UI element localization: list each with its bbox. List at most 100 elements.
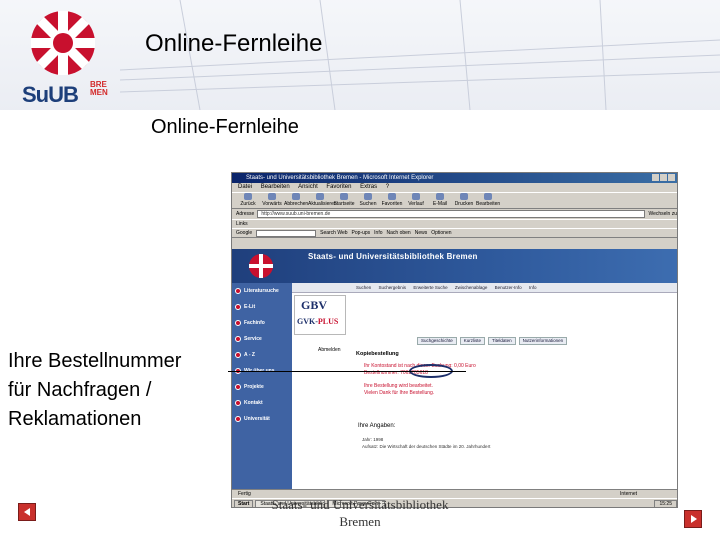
nav-fachinfo[interactable]: Fachinfo: [232, 315, 292, 331]
nav-service[interactable]: Service: [232, 331, 292, 347]
print-button[interactable]: Drucken: [452, 193, 476, 208]
logout-link[interactable]: Abmelden: [318, 347, 341, 353]
nav-projekte[interactable]: Projekte: [232, 379, 292, 395]
google-news[interactable]: News: [415, 230, 428, 236]
menu-extras[interactable]: Extras: [360, 184, 377, 190]
nav-label: Kontakt: [244, 400, 263, 406]
footer-line-1: Staats- und Universitätsbibliothek: [271, 497, 449, 512]
taskbar-clock: 15:25: [654, 499, 677, 507]
nav-a-z[interactable]: A - Z: [232, 347, 292, 363]
home-button[interactable]: Startseite: [332, 193, 356, 208]
nav-label: Projekte: [244, 384, 264, 390]
menu-datei[interactable]: Datei: [238, 184, 252, 190]
window-title: Staats- und Universitätsbibliothek Breme…: [246, 175, 434, 181]
google-options[interactable]: Optionen: [431, 230, 451, 236]
google-search-input[interactable]: [256, 229, 317, 237]
gbv-plus: PLUS: [317, 317, 339, 326]
nav-literatursuche[interactable]: Literatursuche: [232, 283, 292, 299]
bullet-icon: [235, 304, 241, 310]
site-banner: Staats- und Universitätsbibliothek Breme…: [232, 249, 677, 283]
window-controls: [652, 174, 675, 181]
menu-favoriten[interactable]: Favoriten: [326, 184, 351, 190]
google-search-web[interactable]: Search Web: [320, 230, 347, 236]
browser-screenshot: Staats- und Universitätsbibliothek Breme…: [231, 172, 678, 508]
maximize-icon[interactable]: [660, 174, 667, 181]
links-bar[interactable]: Links: [232, 219, 677, 228]
link-suchergebnis[interactable]: Suchergebnis: [379, 285, 407, 290]
link-benutzer-info[interactable]: Benutzer-Info: [495, 285, 522, 290]
bullet-icon: [235, 288, 241, 294]
details-row-year: Jahr: 1998: [362, 437, 384, 442]
link-suchen[interactable]: Suchen: [356, 285, 371, 290]
google-info[interactable]: Info: [374, 230, 382, 236]
search-button[interactable]: Suchen: [356, 193, 380, 208]
nav-label: Fachinfo: [244, 320, 265, 326]
next-slide-button[interactable]: [684, 510, 702, 528]
site-top-links: Suchen Suchergebnis Erweiterte Suche Zwi…: [292, 283, 677, 293]
mail-button[interactable]: E-Mail: [428, 193, 452, 208]
gbv-logo: GBV GVK-PLUS: [294, 295, 346, 335]
address-label: Adresse: [236, 211, 255, 217]
menu-help[interactable]: ?: [386, 184, 389, 190]
start-button[interactable]: Start: [234, 499, 254, 507]
bullet-icon: [235, 416, 241, 422]
logo-men: MEN: [90, 88, 108, 97]
menu-bar: Datei Bearbeiten Ansicht Favoriten Extra…: [232, 183, 677, 192]
minimize-icon[interactable]: [652, 174, 659, 181]
google-popups[interactable]: Pop-ups: [352, 230, 371, 236]
bullet-icon: [235, 320, 241, 326]
refresh-button[interactable]: Aktualisieren: [308, 193, 337, 208]
nav-label: E-Lit: [244, 304, 256, 310]
suub-key-emblem-icon: [31, 11, 95, 75]
back-button[interactable]: Zurück: [236, 193, 260, 208]
nav-label: A - Z: [244, 352, 255, 358]
gbv-gvk: GVK-: [297, 317, 318, 326]
status-zone: Internet: [620, 491, 637, 497]
link-erweiterte-suche[interactable]: Erweiterte Suche: [413, 285, 447, 290]
link-zwischenablage[interactable]: Zwischenablage: [455, 285, 488, 290]
tab-nutzerinformationen[interactable]: Nutzerinformationen: [518, 337, 568, 345]
favorites-button[interactable]: Favoriten: [380, 193, 404, 208]
details-row-article: Aufsatz: Die Wirtschaft der deutschen St…: [362, 444, 491, 449]
slide-footer: Staats- und Universitätsbibliothek Breme…: [255, 496, 465, 530]
address-bar: Adresse http://www.suub.uni-bremen.de We…: [232, 209, 677, 219]
site-banner-title: Staats- und Universitätsbibliothek Breme…: [308, 252, 478, 261]
tab-titeldaten[interactable]: Titeldaten: [488, 337, 516, 345]
menu-ansicht[interactable]: Ansicht: [298, 184, 318, 190]
thanks-message: Vielen Dank für Ihre Bestellung.: [364, 390, 435, 396]
nav-universitaet[interactable]: Universität: [232, 411, 292, 427]
site-tabs: Suchgeschichte Kurzliste Titeldaten Nutz…: [417, 337, 568, 345]
google-up[interactable]: Nach oben: [387, 230, 411, 236]
stop-button[interactable]: Abbrechen: [284, 193, 308, 208]
note-line-1: Ihre Bestellnummer: [8, 350, 182, 372]
bullet-icon: [235, 336, 241, 342]
bullet-icon: [235, 384, 241, 390]
order-confirmation-panel: Kopiebestellung Ihr Kontostand ist nach …: [346, 347, 671, 487]
tab-kurzliste[interactable]: Kurzliste: [459, 337, 486, 345]
bullet-icon: [235, 352, 241, 358]
google-label: Google: [236, 230, 253, 236]
previous-slide-button[interactable]: [18, 503, 36, 521]
details-heading: Ihre Angaben:: [358, 423, 396, 429]
nav-kontakt[interactable]: Kontakt: [232, 395, 292, 411]
forward-button[interactable]: Vorwärts: [260, 193, 284, 208]
site-sidebar: Literatursuche E-Lit Fachinfo Service A …: [232, 283, 292, 493]
gbv-logo-line2: GVK-PLUS: [297, 317, 338, 326]
address-input[interactable]: http://www.suub.uni-bremen.de: [257, 210, 646, 218]
menu-bearbeiten[interactable]: Bearbeiten: [261, 184, 290, 190]
go-button[interactable]: Wechseln zu: [648, 211, 677, 217]
edit-button[interactable]: Bearbeiten: [476, 193, 500, 208]
nav-e-lit[interactable]: E-Lit: [232, 299, 292, 315]
tab-suchgeschichte[interactable]: Suchgeschichte: [417, 337, 457, 345]
banner-key-emblem-icon: [249, 254, 273, 278]
close-icon[interactable]: [668, 174, 675, 181]
link-info[interactable]: Info: [529, 285, 537, 290]
footer-line-2: Bremen: [339, 514, 381, 529]
history-button[interactable]: Verlauf: [404, 193, 428, 208]
browser-toolbar: Zurück Vorwärts Abbrechen Aktualisieren …: [232, 192, 677, 209]
logo-text: SuUB: [22, 82, 79, 107]
gbv-logo-line1: GBV: [301, 298, 328, 312]
logo-bremen-text: BRE MEN: [90, 81, 108, 97]
window-titlebar: Staats- und Universitätsbibliothek Breme…: [232, 173, 677, 183]
nav-label: Service: [244, 336, 262, 342]
